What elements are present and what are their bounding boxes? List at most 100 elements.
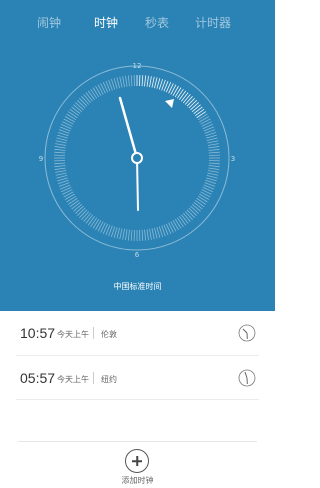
clock-tick xyxy=(95,220,102,231)
clock-tick xyxy=(75,102,84,111)
clock-tick xyxy=(67,111,78,119)
clock-tick xyxy=(116,227,120,239)
clock-tick xyxy=(208,162,220,165)
clock-tick xyxy=(54,151,66,154)
clock-tick xyxy=(151,76,155,88)
clock-tick xyxy=(144,75,147,87)
clock-tick xyxy=(113,227,118,238)
clock-tick xyxy=(113,78,118,89)
tab-clock[interactable]: 时钟 xyxy=(94,14,118,31)
clock-tick xyxy=(208,151,220,154)
world-clock-row[interactable]: 05:57 今天上午 纽约 xyxy=(0,356,275,400)
clock-tick xyxy=(186,98,195,107)
clock-tick xyxy=(67,197,78,205)
clock-tick xyxy=(77,100,86,109)
tab-alarm[interactable]: 闹钟 xyxy=(37,14,61,31)
minute-hand xyxy=(136,157,139,211)
clock-tick xyxy=(77,207,86,216)
clock-tick xyxy=(184,96,193,105)
clock-tick xyxy=(57,177,68,182)
clock-tick xyxy=(146,229,149,241)
clock-tick xyxy=(196,111,207,119)
clock-tick xyxy=(146,75,149,87)
clock-tick xyxy=(130,229,133,241)
clock-tick xyxy=(190,102,199,111)
clock-tick xyxy=(206,137,218,141)
clock-tick xyxy=(54,146,66,149)
clock-tick xyxy=(90,217,98,228)
clock-tick xyxy=(73,104,83,113)
clock-tick xyxy=(200,191,211,198)
world-clock-row[interactable]: 10:57 今天上午 伦敦 xyxy=(0,311,275,355)
clock-tick xyxy=(193,202,203,210)
separator xyxy=(93,327,94,339)
clock-city: 纽约 xyxy=(101,375,117,384)
clock-tick xyxy=(181,214,189,224)
clock-tick xyxy=(55,140,67,144)
clock-tick xyxy=(122,76,125,88)
clock-tick xyxy=(182,94,191,104)
clock-tick xyxy=(87,216,96,226)
clock-tick xyxy=(197,113,208,121)
clock-tick xyxy=(191,203,201,212)
bottom-bar-divider xyxy=(18,441,257,442)
clock-tick xyxy=(119,76,123,88)
clock-tick xyxy=(83,94,92,104)
clock-tick xyxy=(208,148,220,151)
numeral-6: 6 xyxy=(135,251,140,259)
clock-tick xyxy=(97,84,104,95)
clock-tick xyxy=(75,205,84,214)
tab-timer[interactable]: 计时器 xyxy=(195,14,231,31)
clock-tick xyxy=(199,193,210,200)
clock-tick xyxy=(97,221,104,232)
clock-tick xyxy=(172,220,179,231)
clock-tick xyxy=(141,229,144,241)
clock-tick xyxy=(154,227,158,239)
clock-tick xyxy=(81,96,90,105)
clock-time: 10:57 xyxy=(20,325,56,341)
clock-tick xyxy=(206,177,217,182)
tab-stopwatch[interactable]: 秒表 xyxy=(145,14,169,31)
clock-icon xyxy=(238,369,256,387)
clock-tick xyxy=(66,113,77,121)
clock-tick xyxy=(193,106,203,114)
clock-tick xyxy=(92,87,100,98)
clock-tick xyxy=(79,98,88,107)
clock-tick xyxy=(141,75,144,87)
clock-tick xyxy=(174,87,182,98)
clock-tick xyxy=(186,209,195,218)
clock-tick xyxy=(208,165,220,168)
clock-tick xyxy=(64,193,75,200)
numeral-3: 3 xyxy=(231,155,235,163)
clock-tick xyxy=(197,195,208,203)
clock-tick xyxy=(92,218,100,229)
clock-tick xyxy=(191,104,201,113)
clock-icon xyxy=(238,324,256,342)
clock-center xyxy=(131,152,143,164)
clock-tick xyxy=(90,88,98,99)
clock-tick xyxy=(195,199,205,208)
clock-tick xyxy=(125,75,128,87)
clock-tick xyxy=(176,88,184,99)
clock-tick xyxy=(206,134,217,139)
clock-tick xyxy=(190,205,199,214)
clock-tick xyxy=(188,100,197,109)
clock-tick xyxy=(81,211,90,220)
add-clock-button[interactable] xyxy=(125,449,149,473)
clock-tick xyxy=(66,195,77,203)
clock-tick xyxy=(54,162,66,165)
clock-tick xyxy=(208,167,220,170)
clock-tick xyxy=(71,202,81,210)
clock-tick xyxy=(196,197,207,205)
clock-tick xyxy=(188,207,197,216)
clock-tick xyxy=(174,218,182,229)
clock-tick xyxy=(178,216,187,226)
clock-tick xyxy=(73,203,83,212)
clock-tick xyxy=(181,92,189,102)
clock-tick xyxy=(172,85,179,96)
clock-tick xyxy=(87,90,96,100)
clock-tick xyxy=(156,78,161,89)
clock-tick xyxy=(71,106,81,114)
clock-tick xyxy=(144,229,147,241)
clock-tick xyxy=(182,212,191,222)
